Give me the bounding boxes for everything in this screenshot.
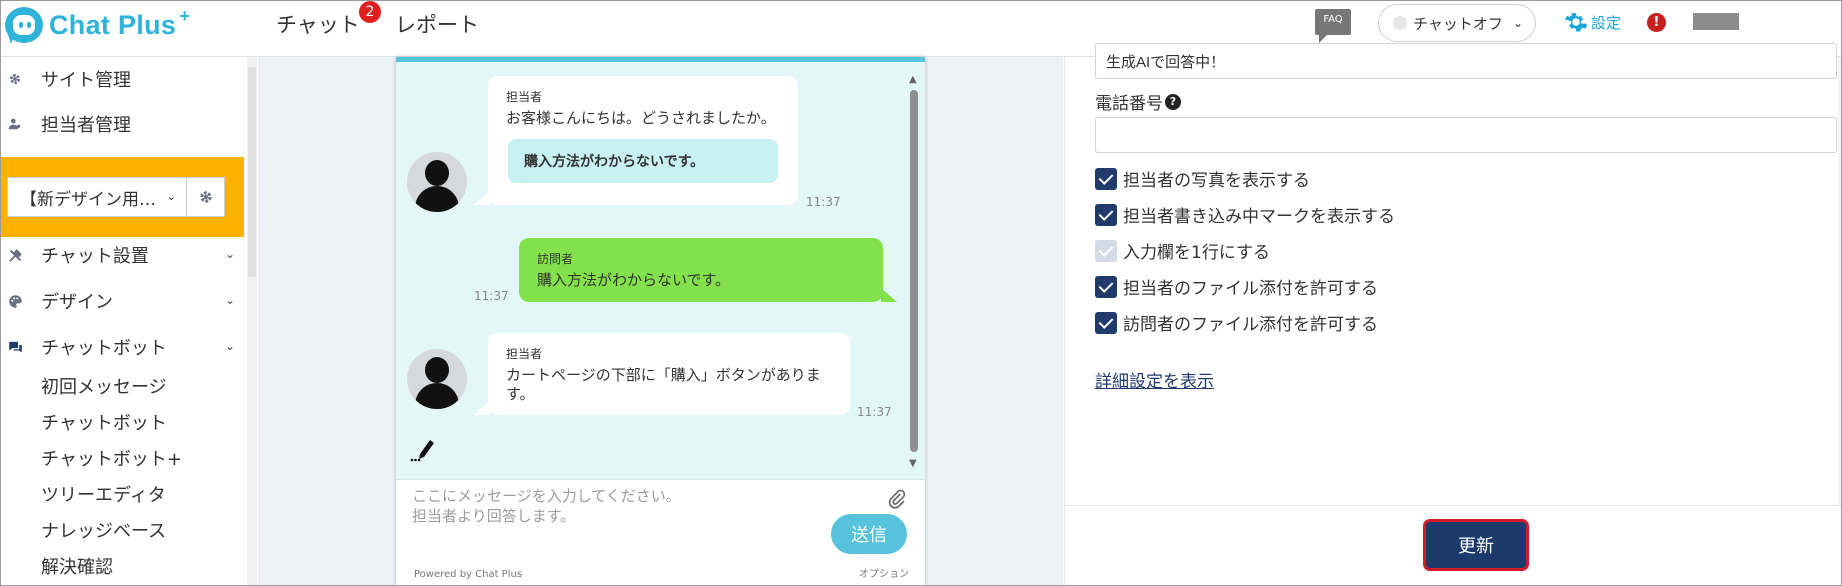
message-time: 11:37 — [474, 289, 509, 303]
logo-icon — [5, 7, 43, 43]
logo[interactable]: Chat Plus + — [5, 5, 191, 45]
sidebar-subitem-knowledge-base[interactable]: ナレッジベース — [41, 517, 166, 543]
message-sender: 訪問者 — [537, 252, 574, 266]
checkbox[interactable] — [1095, 275, 1117, 298]
sidebar-item-label: チャットボット — [41, 338, 167, 359]
powered-by-text: Powered by Chat Plus — [414, 569, 523, 580]
sidebar-subitem-resolution-check[interactable]: 解決確認 — [41, 553, 113, 579]
users-icon — [7, 116, 23, 132]
chat-log[interactable]: 担当者 お客様こんにちは。どうされましたか。 購入方法がわからないです。 11:… — [396, 62, 925, 477]
checkbox-show-typing-mark[interactable]: 担当者書き込み中マークを表示する — [1095, 202, 1395, 227]
sidebar-scrollbar[interactable] — [247, 57, 257, 585]
visitor-message: 訪問者 購入方法がわからないです。 — [519, 238, 897, 302]
message-input-area[interactable]: ここにメッセージを入力してください。 担当者より回答します。 送信 Powere… — [396, 478, 925, 580]
palette-icon — [7, 293, 23, 309]
site-select-highlight: 【新デザイン用… ⌄ — [1, 157, 244, 237]
sidebar-item-label: 担当者管理 — [41, 115, 131, 136]
operator-message: 担当者 カートページの下部に「購入」ボタンがあります。 — [474, 333, 850, 415]
scroll-down-icon[interactable]: ▼ — [909, 458, 917, 469]
typing-pen-icon — [410, 440, 434, 462]
help-icon[interactable]: ? — [1165, 93, 1181, 110]
advanced-settings-link[interactable]: 詳細設定を表示 — [1095, 367, 1214, 392]
nav-report[interactable]: レポート — [395, 9, 479, 39]
gear-icon — [199, 191, 212, 203]
message-text: お客様こんにちは。どうされましたか。 — [506, 109, 776, 127]
sidebar-item-label: チャット設置 — [41, 246, 149, 267]
chat-bubbles-icon — [7, 339, 23, 355]
sidebar-item-label: サイト管理 — [41, 70, 131, 91]
user-name-redacted[interactable] — [1693, 13, 1739, 30]
checkbox[interactable] — [1095, 239, 1117, 262]
operator-avatar — [407, 349, 467, 409]
app-frame: Chat Plus + チャット 2 レポート FAQ チャットオフ ⌄ 設定 !… — [0, 0, 1842, 586]
checkbox[interactable] — [1095, 311, 1117, 334]
sidebar-item-chat-install[interactable]: チャット設置 ⌄ — [1, 235, 247, 275]
checkbox[interactable] — [1095, 167, 1117, 190]
message-time: 11:37 — [806, 195, 841, 209]
site-select-value: 【新デザイン用… — [20, 189, 156, 210]
sidebar-subitem-chatbot[interactable]: チャットボット — [41, 409, 167, 435]
sidebar-subitem-tree-editor[interactable]: ツリーエディタ — [41, 481, 166, 507]
settings-label: 設定 — [1591, 13, 1622, 32]
sidebar: サイト管理 担当者管理 【新デザイン用… ⌄ チャット設置 ⌄ デザイン ⌄ チ… — [1, 57, 257, 585]
chat-count-badge: 2 — [359, 1, 381, 23]
site-select[interactable]: 【新デザイン用… ⌄ — [7, 177, 187, 217]
update-button[interactable]: 更新 — [1423, 519, 1529, 571]
chevron-down-icon: ⌄ — [1512, 16, 1523, 30]
checkbox[interactable] — [1095, 203, 1117, 226]
send-button[interactable]: 送信 — [831, 514, 907, 554]
panel-scrollbar[interactable] — [1838, 57, 1841, 505]
checkbox-single-line-input[interactable]: 入力欄を1行にする — [1095, 238, 1270, 263]
gear-icon — [7, 71, 23, 87]
settings-button[interactable]: 設定 — [1563, 9, 1621, 35]
sidebar-subitem-first-message[interactable]: 初回メッセージ — [41, 373, 167, 399]
message-sender: 担当者 — [506, 347, 543, 361]
message-text: 購入方法がわからないです。 — [537, 271, 731, 289]
chevron-down-icon: ⌄ — [224, 339, 235, 353]
chat-widget-preview: 担当者 お客様こんにちは。どうされましたか。 購入方法がわからないです。 11:… — [396, 57, 925, 585]
option-link[interactable]: オプション — [859, 565, 909, 580]
checkbox-visitor-file-attach[interactable]: 訪問者のファイル添付を許可する — [1095, 310, 1378, 335]
chat-status-value: チャットオフ — [1413, 14, 1503, 33]
chevron-down-icon: ⌄ — [224, 247, 235, 261]
sidebar-item-site-management[interactable]: サイト管理 — [1, 59, 247, 99]
tools-icon — [7, 247, 23, 263]
paperclip-icon[interactable] — [887, 488, 907, 510]
gear-icon — [1564, 13, 1588, 32]
logo-plus: + — [179, 5, 191, 26]
phone-label: 電話番号 ? — [1095, 89, 1181, 114]
chevron-down-icon: ⌄ — [224, 293, 235, 307]
message-input[interactable]: ここにメッセージを入力してください。 担当者より回答します。 — [412, 486, 812, 526]
settings-panel: 電話番号 ? 担当者の写真を表示する 担当者書き込み中マークを表示する 入力欄を… — [1064, 43, 1841, 585]
status-dot-icon — [1393, 16, 1407, 30]
chat-status-select[interactable]: チャットオフ ⌄ — [1378, 4, 1536, 42]
sidebar-item-chatbot[interactable]: チャットボット ⌄ — [1, 327, 247, 367]
chat-scrollbar[interactable]: ▲ ▼ — [907, 74, 921, 469]
operator-avatar — [407, 152, 467, 212]
phone-number-input[interactable] — [1095, 117, 1837, 153]
sidebar-subitem-chatbot-plus[interactable]: チャットボット+ — [41, 445, 182, 471]
alert-icon[interactable]: ! — [1647, 13, 1666, 32]
faq-icon[interactable]: FAQ — [1315, 9, 1351, 43]
site-settings-button[interactable] — [187, 177, 225, 217]
message-sender: 担当者 — [506, 90, 543, 104]
panel-footer: 更新 — [1065, 505, 1841, 585]
choice-button[interactable]: 購入方法がわからないです。 — [508, 139, 778, 183]
sidebar-item-design[interactable]: デザイン ⌄ — [1, 281, 247, 321]
status-message-input[interactable] — [1095, 43, 1837, 79]
checkbox-show-operator-photo[interactable]: 担当者の写真を表示する — [1095, 166, 1310, 191]
sidebar-item-label: デザイン — [41, 292, 113, 313]
operator-message: 担当者 お客様こんにちは。どうされましたか。 購入方法がわからないです。 — [474, 76, 798, 205]
logo-text: Chat Plus + — [49, 5, 191, 40]
message-time: 11:37 — [857, 405, 892, 419]
chevron-down-icon: ⌄ — [166, 190, 176, 203]
scroll-up-icon[interactable]: ▲ — [909, 74, 917, 85]
sidebar-item-staff-management[interactable]: 担当者管理 — [1, 104, 247, 144]
nav-chat[interactable]: チャット — [276, 9, 360, 39]
message-text: カートページの下部に「購入」ボタンがあります。 — [506, 366, 821, 403]
checkbox-operator-file-attach[interactable]: 担当者のファイル添付を許可する — [1095, 274, 1378, 299]
